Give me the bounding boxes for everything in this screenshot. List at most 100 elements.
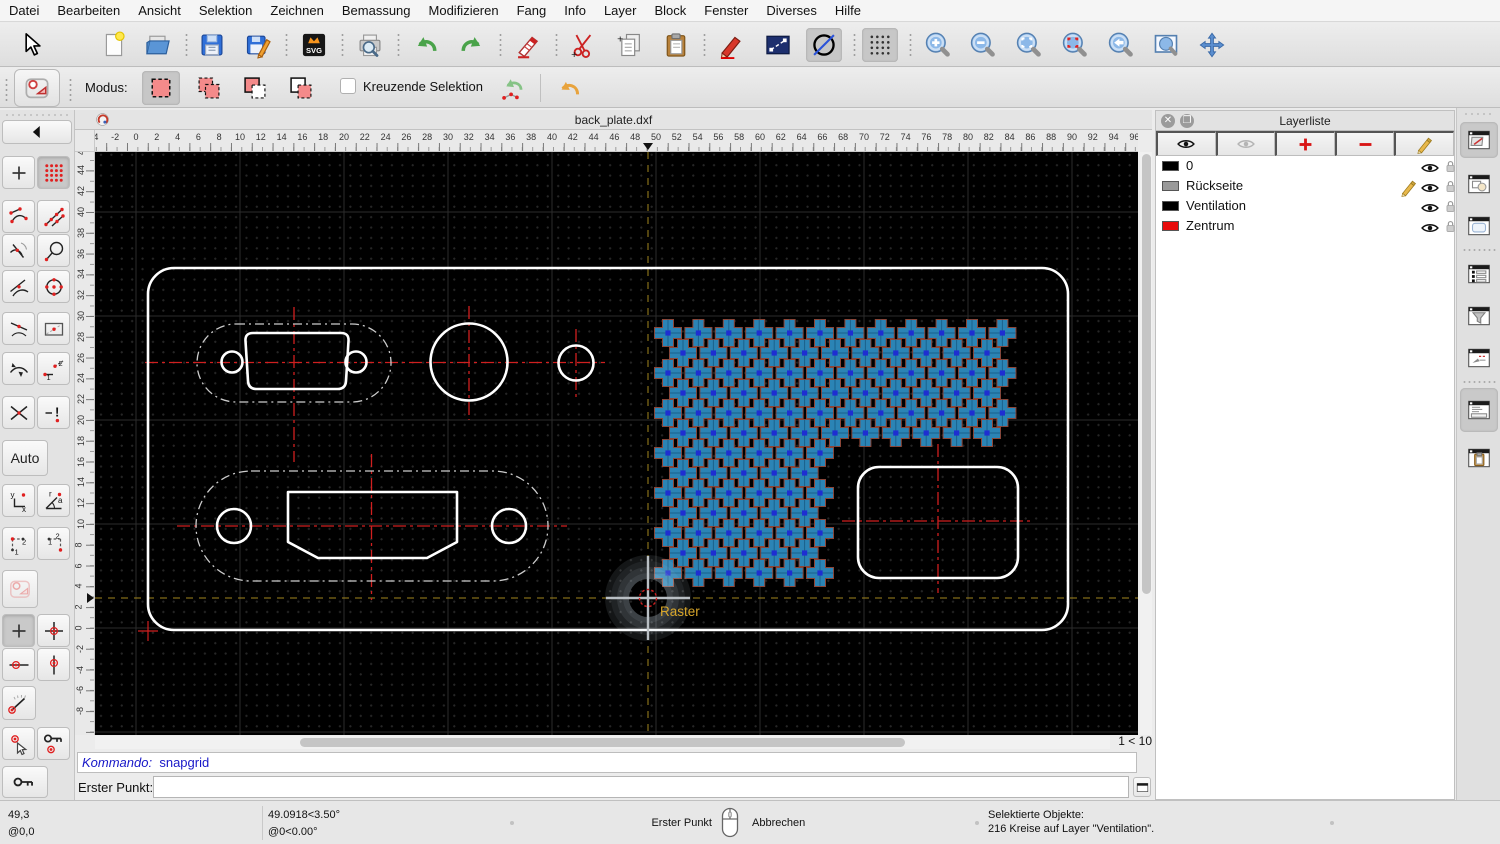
snap-x-icon[interactable] [2, 396, 35, 429]
cut-icon[interactable]: + [566, 28, 602, 62]
coord-polar-icon[interactable]: ra [37, 484, 70, 517]
eraser-icon[interactable] [510, 28, 546, 62]
snap-endpoints-icon[interactable] [2, 200, 35, 233]
deselect-arrow-icon[interactable] [496, 71, 532, 105]
menu-item-info[interactable]: Info [555, 3, 595, 18]
zoom-back-icon[interactable] [1102, 28, 1138, 62]
snap-perp-icon[interactable] [37, 234, 70, 267]
dock-views-icon[interactable] [1460, 208, 1498, 244]
print-preview-icon[interactable] [352, 28, 388, 62]
key-target-icon[interactable] [37, 727, 70, 760]
menu-item-bemassung[interactable]: Bemassung [333, 3, 420, 18]
restrict-angle-icon[interactable] [2, 686, 36, 720]
dock-filter-icon[interactable] [1460, 298, 1498, 334]
snap-exclaim-icon[interactable]: ! [37, 396, 70, 429]
redo-icon[interactable] [454, 28, 490, 62]
restrict-v-icon[interactable] [37, 648, 70, 681]
circle-tool-icon[interactable] [806, 28, 842, 62]
layer-row-rückseite[interactable]: Rückseite [1156, 176, 1454, 196]
dock-clipboard-icon[interactable] [1460, 440, 1498, 476]
menu-item-bearbeiten[interactable]: Bearbeiten [48, 3, 129, 18]
pan-icon[interactable] [1194, 28, 1230, 62]
restrict-h-icon[interactable] [2, 648, 35, 681]
command-input[interactable] [153, 776, 1129, 798]
plus-free-icon[interactable] [2, 156, 35, 189]
auto-label-icon[interactable]: Auto [2, 440, 48, 476]
dock-blocks-icon[interactable] [1460, 166, 1498, 202]
document-tab-bar[interactable]: back_plate.dxf [75, 110, 1152, 130]
dock-dimension-icon[interactable] [1460, 340, 1498, 376]
key-icon[interactable] [2, 766, 48, 798]
horizontal-scrollbar[interactable] [95, 736, 1110, 749]
zoom-out-icon[interactable] [964, 28, 1000, 62]
eye-faded-icon[interactable] [1216, 131, 1276, 156]
svg-export-icon[interactable]: SVG [296, 28, 332, 62]
drawing-canvas[interactable]: Raster [95, 152, 1138, 735]
zoom-fit-icon[interactable] [1010, 28, 1046, 62]
command-window-button[interactable] [1133, 777, 1151, 797]
dock-properties-icon[interactable] [1460, 256, 1498, 292]
eye-icon[interactable] [1420, 218, 1440, 243]
restrict-none-icon[interactable] [2, 570, 38, 608]
coord-xy-icon[interactable]: yx [2, 484, 35, 517]
save-icon[interactable] [194, 28, 230, 62]
mode-add-button[interactable] [190, 71, 228, 105]
menu-item-fenster[interactable]: Fenster [695, 3, 757, 18]
layer-row-zentrum[interactable]: Zentrum [1156, 216, 1454, 236]
layer-row-ventilation[interactable]: Ventilation [1156, 196, 1454, 216]
grid-toggle-icon[interactable] [862, 28, 898, 62]
snap-distance-icon[interactable]: 12 [37, 352, 70, 385]
snap-intersect-icon[interactable] [2, 234, 35, 267]
plus-free-icon[interactable] [2, 614, 35, 647]
snap-center-icon[interactable] [37, 270, 70, 303]
rel-12-icon[interactable]: 12 [2, 527, 35, 560]
snap-middle-icon[interactable] [2, 312, 35, 345]
checkbox-box[interactable] [340, 78, 356, 94]
undo-orange-icon[interactable] [552, 71, 588, 105]
menu-item-ansicht[interactable]: Ansicht [129, 3, 190, 18]
pencil-draw-icon[interactable] [714, 28, 750, 62]
pencil-yellow-icon[interactable] [1394, 131, 1454, 156]
line-tool-icon[interactable] [760, 28, 796, 62]
mode-intersect-button[interactable] [282, 71, 320, 105]
snap-reference-icon[interactable] [37, 312, 70, 345]
zoom-in-icon[interactable] [919, 28, 955, 62]
menu-item-block[interactable]: Block [645, 3, 695, 18]
horizontal-scrollbar-thumb[interactable] [300, 738, 905, 747]
mode-subtract-button[interactable] [236, 71, 274, 105]
snap-entity-icon[interactable] [2, 352, 35, 385]
crossing-selection-checkbox[interactable]: Kreuzende Selektion [340, 78, 483, 94]
back-chevron-icon[interactable] [2, 120, 72, 144]
grid-snap-icon[interactable] [37, 156, 70, 189]
menu-item-zeichnen[interactable]: Zeichnen [261, 3, 332, 18]
zoom-selection-icon[interactable] [1056, 28, 1092, 62]
paste-icon[interactable] [658, 28, 694, 62]
selection-tool-button[interactable] [14, 69, 60, 107]
layer-row-0[interactable]: 0 [1156, 156, 1454, 176]
undo-icon[interactable] [408, 28, 444, 62]
menu-item-fang[interactable]: Fang [508, 3, 556, 18]
menu-item-diverses[interactable]: Diverses [757, 3, 826, 18]
zoom-window-icon[interactable] [1148, 28, 1184, 62]
cursor-arrow-icon[interactable] [14, 28, 50, 62]
file-new-icon[interactable] [96, 28, 132, 62]
menu-item-hilfe[interactable]: Hilfe [826, 3, 870, 18]
menu-item-modifizieren[interactable]: Modifizieren [420, 3, 508, 18]
snap-tangent-icon[interactable] [2, 270, 35, 303]
save-as-icon[interactable] [240, 28, 276, 62]
snap-points-icon[interactable] [37, 200, 70, 233]
eye-icon[interactable] [1156, 131, 1216, 156]
menu-item-layer[interactable]: Layer [595, 3, 646, 18]
folder-open-icon[interactable] [140, 28, 176, 62]
dock-layers-icon[interactable] [1460, 122, 1498, 158]
copy-icon[interactable]: + [612, 28, 648, 62]
snap-cursor-icon[interactable] [2, 727, 35, 760]
dock-command-icon[interactable] [1460, 388, 1498, 432]
rel-21-icon[interactable]: 12 [37, 527, 70, 560]
menu-item-selektion[interactable]: Selektion [190, 3, 261, 18]
menu-item-datei[interactable]: Datei [0, 3, 48, 18]
vertical-scrollbar[interactable] [1140, 152, 1152, 735]
minus-red-icon[interactable] [1335, 131, 1395, 156]
mode-replace-button[interactable] [142, 71, 180, 105]
vertical-scrollbar-thumb[interactable] [1142, 154, 1151, 594]
